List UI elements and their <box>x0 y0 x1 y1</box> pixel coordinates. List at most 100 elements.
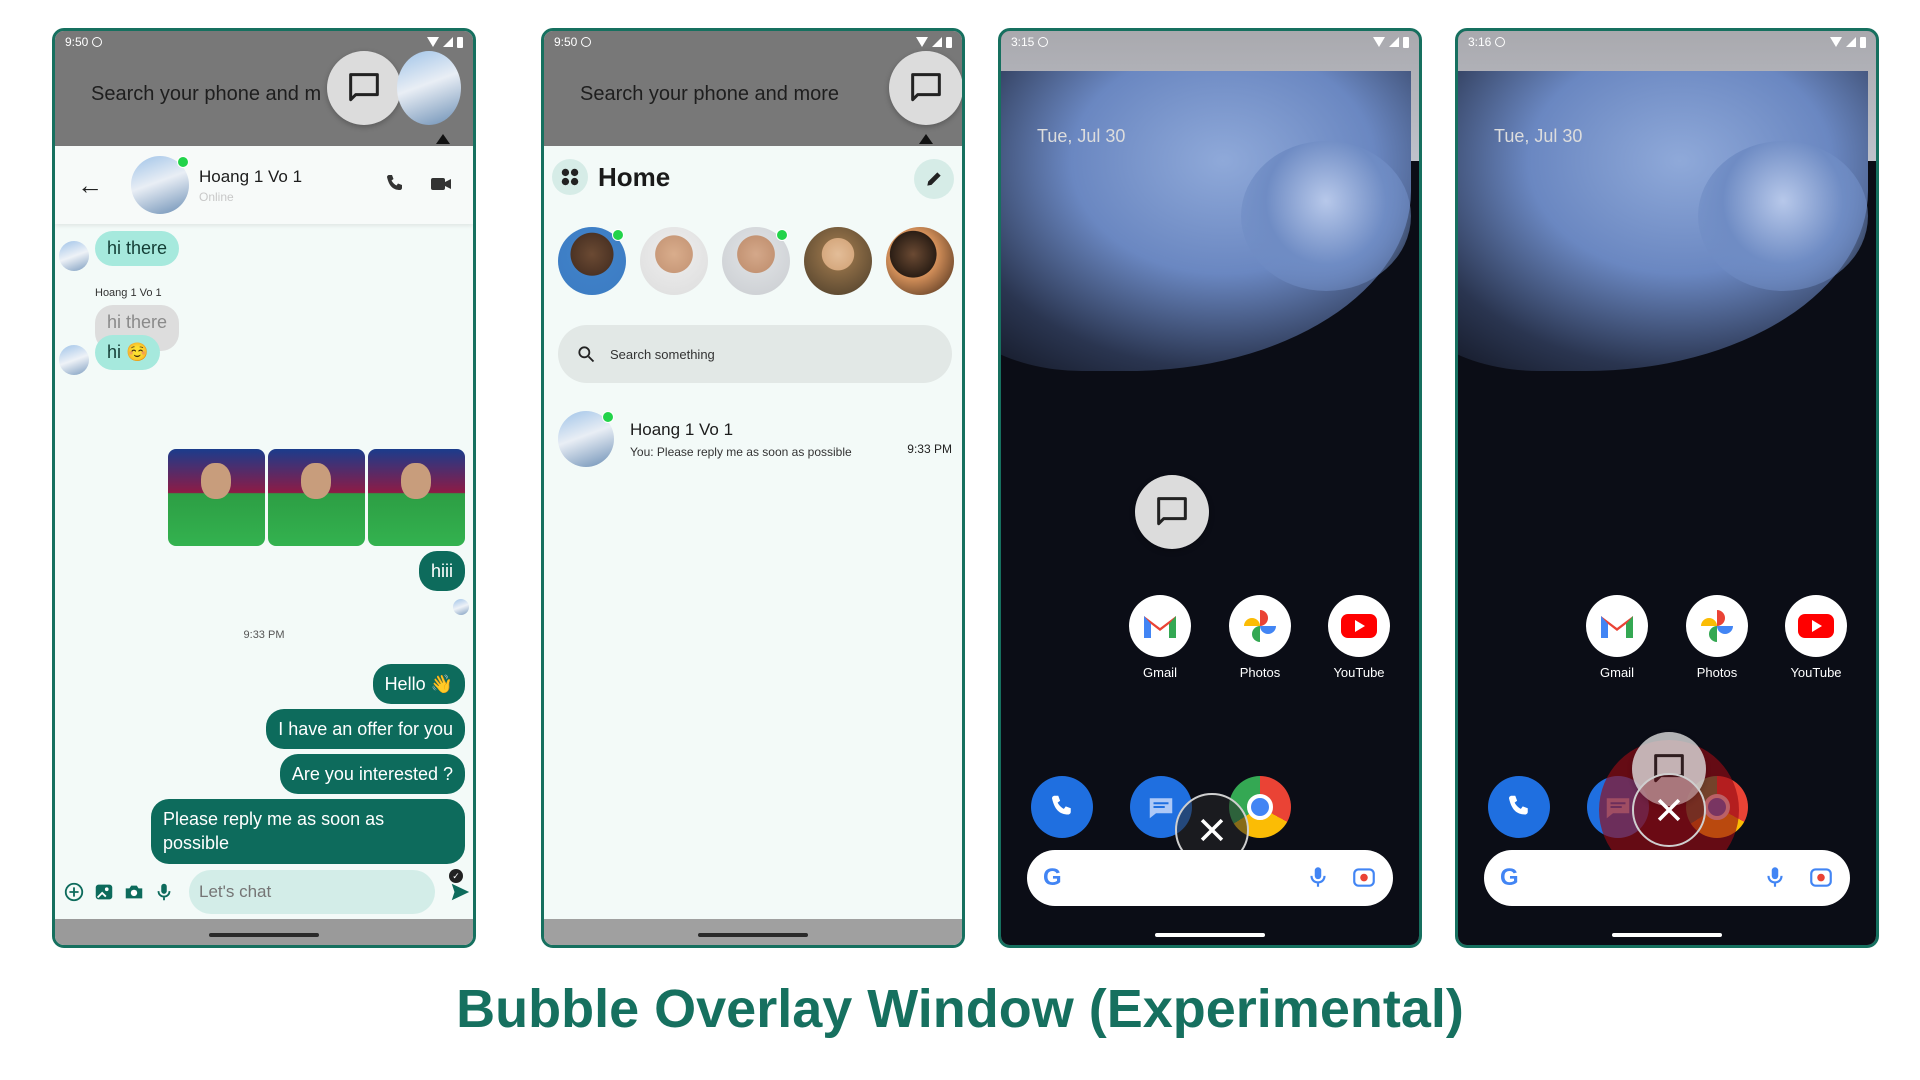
story-avatar[interactable] <box>804 227 872 295</box>
app-label: Gmail <box>1143 665 1177 680</box>
search-bar[interactable]: Search something <box>558 325 952 383</box>
date-widget[interactable]: Tue, Jul 30 <box>1494 126 1582 147</box>
photo-thumbnail[interactable] <box>268 449 365 546</box>
story-avatar[interactable] <box>640 227 708 295</box>
voice-search-icon[interactable] <box>1762 864 1788 890</box>
wifi-icon <box>427 37 439 47</box>
phone-dialer-icon[interactable] <box>1031 776 1093 838</box>
app-photos[interactable]: Photos <box>1682 595 1752 680</box>
photo-thumbnail[interactable] <box>368 449 465 546</box>
settings-status-icon <box>1038 37 1049 47</box>
conversation-preview: You: Please reply me as soon as possible <box>630 444 852 459</box>
send-icon[interactable] <box>449 881 471 903</box>
contact-status: Online <box>199 189 234 204</box>
outgoing-message[interactable]: hiii <box>418 551 465 592</box>
message-icon <box>1157 497 1187 526</box>
message-input[interactable] <box>189 870 435 914</box>
incoming-message[interactable]: hi there <box>95 231 180 266</box>
photo-thumbnail[interactable] <box>168 449 265 546</box>
phone-call-icon[interactable] <box>383 172 407 196</box>
edit-button[interactable] <box>914 159 954 199</box>
youtube-icon <box>1328 595 1390 657</box>
chat-bubble-head[interactable] <box>327 51 401 125</box>
battery-icon <box>946 36 952 48</box>
conversation-item[interactable]: Hoang 1 Vo 1 You: Please reply me as soo… <box>558 409 952 469</box>
home-gesture-pill[interactable] <box>1612 933 1722 937</box>
wifi-icon <box>1830 37 1842 47</box>
outgoing-message[interactable]: I have an offer for you <box>266 709 465 750</box>
sender-avatar <box>59 241 89 271</box>
home-gesture-pill[interactable] <box>209 933 319 937</box>
google-search-bar[interactable]: G <box>1027 850 1393 906</box>
gmail-icon <box>1129 595 1191 657</box>
voice-search-icon[interactable] <box>1305 864 1331 890</box>
camera-icon[interactable] <box>123 881 145 903</box>
settings-status-icon <box>1495 37 1506 47</box>
showcase: 9:50 Search your phone and m ← Hoang 1 V… <box>0 0 1920 1080</box>
conversation-time: 9:33 PM <box>907 442 952 456</box>
search-placeholder: Search something <box>610 346 715 362</box>
settings-status-icon <box>581 37 592 47</box>
bottom-background-strip <box>55 919 473 945</box>
status-bar: 9:50 <box>55 31 473 53</box>
phone-search-text[interactable]: Search your phone and more <box>580 83 839 106</box>
app-gmail[interactable]: Gmail <box>1582 595 1652 680</box>
wifi-icon <box>916 37 928 47</box>
chat-bubble-head[interactable] <box>1135 475 1209 549</box>
lens-icon[interactable] <box>1351 864 1377 890</box>
apps-grid-icon[interactable] <box>552 159 588 195</box>
story-avatar[interactable] <box>558 227 626 295</box>
app-photos[interactable]: Photos <box>1225 595 1295 680</box>
signal-icon <box>1389 37 1399 47</box>
back-arrow-icon[interactable]: ← <box>77 170 117 201</box>
gallery-icon[interactable] <box>93 881 115 903</box>
home-gesture-pill[interactable] <box>698 933 808 937</box>
signal-icon <box>443 37 453 47</box>
chat-bubble-head[interactable] <box>889 51 962 125</box>
phone-chat-screen: 9:50 Search your phone and m ← Hoang 1 V… <box>52 28 476 948</box>
home-header: Home <box>552 159 670 195</box>
phone-dialer-icon[interactable] <box>1488 776 1550 838</box>
home-gesture-pill[interactable] <box>1155 933 1265 937</box>
sender-avatar <box>59 345 89 375</box>
seen-avatar <box>453 599 469 615</box>
message-list[interactable]: hi there Hoang 1 Vo 1 hi there hi ☺️ hii… <box>55 221 473 883</box>
app-youtube[interactable]: YouTube <box>1781 595 1851 680</box>
image-gallery-message[interactable] <box>168 449 465 546</box>
incoming-message[interactable]: hi ☺️ <box>95 335 161 370</box>
lens-icon[interactable] <box>1808 864 1834 890</box>
search-icon <box>578 346 595 363</box>
settings-status-icon <box>92 37 103 47</box>
message-icon <box>911 73 941 102</box>
add-circle-icon[interactable] <box>63 881 85 903</box>
status-bar: 9:50 <box>544 31 962 53</box>
app-label: Photos <box>1239 665 1281 680</box>
bubble-pointer <box>919 134 933 144</box>
date-widget[interactable]: Tue, Jul 30 <box>1037 126 1125 147</box>
outgoing-message[interactable]: Please reply me as soon as possible <box>151 799 465 864</box>
app-label: Gmail <box>1600 665 1634 680</box>
dismiss-target[interactable] <box>1632 773 1706 847</box>
chat-header: ← Hoang 1 Vo 1 Online <box>55 146 473 224</box>
contact-stories <box>558 227 954 295</box>
outgoing-message[interactable]: Hello 👋 <box>372 664 465 705</box>
bubble-avatar[interactable] <box>397 51 461 125</box>
time-separator: 9:33 PM <box>243 629 285 641</box>
photos-icon <box>1229 595 1291 657</box>
app-gmail[interactable]: Gmail <box>1125 595 1195 680</box>
story-avatar[interactable] <box>886 227 954 295</box>
conversation-avatar <box>558 411 614 467</box>
phone-home-screen: 9:50 Search your phone and more Home Sea <box>541 28 965 948</box>
phone-search-text[interactable]: Search your phone and m <box>91 83 321 106</box>
status-time: 3:16 <box>1468 35 1492 49</box>
video-call-icon[interactable] <box>429 172 453 196</box>
google-search-bar[interactable]: G <box>1484 850 1850 906</box>
contact-avatar[interactable] <box>131 156 189 214</box>
outgoing-message[interactable]: Are you interested ? <box>279 754 465 795</box>
contact-name: Hoang 1 Vo 1 <box>199 166 303 186</box>
status-time: 9:50 <box>554 35 578 49</box>
story-avatar[interactable] <box>722 227 790 295</box>
app-youtube[interactable]: YouTube <box>1324 595 1394 680</box>
microphone-icon[interactable] <box>153 881 175 903</box>
status-time: 9:50 <box>65 35 89 49</box>
